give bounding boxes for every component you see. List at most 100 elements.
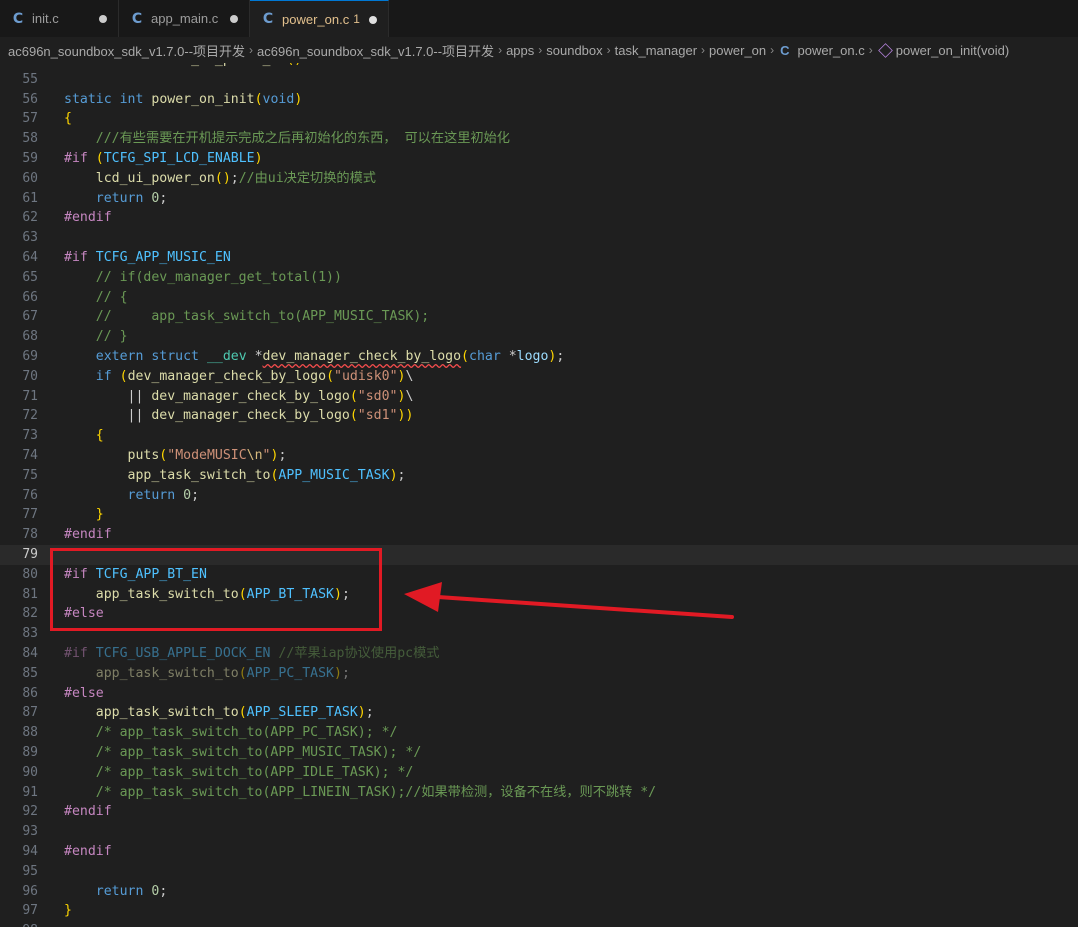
tab-app-main-c[interactable]: C app_main.c <box>119 0 250 37</box>
code-text[interactable]: { <box>64 109 72 129</box>
code-line[interactable]: 86 #else <box>0 684 1078 704</box>
line-number[interactable]: 73 <box>0 426 38 446</box>
line-number[interactable]: 70 <box>0 367 38 387</box>
code-text[interactable]: return 0; <box>64 189 168 209</box>
code-line[interactable]: 59 #if (TCFG_SPI_LCD_ENABLE) <box>0 149 1078 169</box>
line-number[interactable]: 86 <box>0 684 38 704</box>
code-line[interactable]: 98 <box>0 921 1078 927</box>
code-line[interactable]: 95 <box>0 862 1078 882</box>
line-number[interactable]: 74 <box>0 446 38 466</box>
code-text[interactable]: #if (TCFG_SPI_LCD_ENABLE) <box>64 149 263 169</box>
code-text[interactable]: #endif <box>64 525 112 545</box>
line-number[interactable]: 68 <box>0 327 38 347</box>
line-number[interactable]: 94 <box>0 842 38 862</box>
line-number[interactable]: 75 <box>0 466 38 486</box>
code-line[interactable]: 83 <box>0 624 1078 644</box>
breadcrumb-item[interactable]: soundbox <box>546 43 602 58</box>
code-text[interactable]: ///有些需要在开机提示完成之后再初始化的东西， 可以在这里初始化 <box>64 129 510 149</box>
line-number[interactable]: 76 <box>0 486 38 506</box>
line-number[interactable]: 84 <box>0 644 38 664</box>
code-text[interactable]: #if TCFG_USB_APPLE_DOCK_EN //苹果iap协议使用pc… <box>64 644 439 664</box>
line-number[interactable]: 95 <box>0 862 38 882</box>
code-text[interactable]: // app_task_switch_to(APP_MUSIC_TASK); <box>64 307 429 327</box>
line-number[interactable]: 83 <box>0 624 38 644</box>
line-number[interactable]: 78 <box>0 525 38 545</box>
line-number[interactable]: 58 <box>0 129 38 149</box>
code-text[interactable]: || dev_manager_check_by_logo("sd0")\ <box>64 387 414 407</box>
code-line[interactable]: 78 #endif <box>0 525 1078 545</box>
code-line[interactable]: 62 #endif <box>0 208 1078 228</box>
code-text[interactable]: app_task_switch_to(APP_BT_TASK); <box>64 585 350 605</box>
unsaved-dot-icon[interactable] <box>230 15 238 23</box>
code-text[interactable]: // { <box>64 288 128 308</box>
code-line[interactable]: 58 ///有些需要在开机提示完成之后再初始化的东西， 可以在这里初始化 <box>0 129 1078 149</box>
code-text[interactable]: /* app_task_switch_to(APP_MUSIC_TASK); *… <box>64 743 422 763</box>
code-line[interactable]: 77 } <box>0 505 1078 525</box>
code-line[interactable]: 96 return 0; <box>0 882 1078 902</box>
line-number[interactable]: 80 <box>0 565 38 585</box>
code-text[interactable]: lcd_ui_power_on();//由ui决定切换的模式 <box>64 169 376 189</box>
line-number[interactable]: 69 <box>0 347 38 367</box>
code-text[interactable]: /* app_task_switch_to(APP_IDLE_TASK); */ <box>64 763 414 783</box>
tab-power-on-c[interactable]: C power_on.c 1 <box>250 0 389 37</box>
code-line[interactable]: 70 if (dev_manager_check_by_logo("udisk0… <box>0 367 1078 387</box>
breadcrumb-item[interactable]: ac696n_soundbox_sdk_v1.7.0--项目开发 <box>257 41 494 60</box>
code-line[interactable]: 89 /* app_task_switch_to(APP_MUSIC_TASK)… <box>0 743 1078 763</box>
code-line[interactable]: 90 /* app_task_switch_to(APP_IDLE_TASK);… <box>0 763 1078 783</box>
breadcrumb-item[interactable]: ac696n_soundbox_sdk_v1.7.0--项目开发 <box>8 41 245 60</box>
line-number[interactable]: 64 <box>0 248 38 268</box>
code-text[interactable]: return 0; <box>64 882 168 902</box>
code-text[interactable]: /* app_task_switch_to(APP_LINEIN_TASK);/… <box>64 783 656 803</box>
code-line[interactable]: 97} <box>0 901 1078 921</box>
code-text[interactable]: } <box>64 505 104 525</box>
code-text[interactable]: puts("ModeMUSIC\n"); <box>64 446 287 466</box>
line-number[interactable]: 90 <box>0 763 38 783</box>
line-number[interactable]: 77 <box>0 505 38 525</box>
line-number[interactable]: 85 <box>0 664 38 684</box>
code-line[interactable]: 80 #if TCFG_APP_BT_EN <box>0 565 1078 585</box>
breadcrumb-file[interactable]: power_on.c <box>798 43 865 58</box>
line-number[interactable]: 93 <box>0 822 38 842</box>
code-line[interactable]: 88 /* app_task_switch_to(APP_PC_TASK); *… <box>0 723 1078 743</box>
line-number[interactable]: 62 <box>0 208 38 228</box>
code-line[interactable]: 74 puts("ModeMUSIC\n"); <box>0 446 1078 466</box>
code-line[interactable]: 91 /* app_task_switch_to(APP_LINEIN_TASK… <box>0 783 1078 803</box>
code-text[interactable]: return 0; <box>64 486 200 506</box>
code-line[interactable]: 63 <box>0 228 1078 248</box>
code-line[interactable]: 55 <box>0 70 1078 90</box>
code-line[interactable]: 60 lcd_ui_power_on();//由ui决定切换的模式 <box>0 169 1078 189</box>
code-text[interactable]: static int power_on_init(void) <box>64 90 302 110</box>
code-text[interactable]: #endif <box>64 208 112 228</box>
line-number[interactable]: 65 <box>0 268 38 288</box>
breadcrumb-item[interactable]: task_manager <box>615 43 697 58</box>
code-editor[interactable]: 47static void lcd_ui_power_on()5556stati… <box>0 63 1078 927</box>
code-text[interactable]: { <box>64 426 104 446</box>
line-number[interactable]: 87 <box>0 703 38 723</box>
code-line[interactable]: 73 { <box>0 426 1078 446</box>
breadcrumb-item[interactable]: apps <box>506 43 534 58</box>
code-text[interactable]: #else <box>64 684 104 704</box>
code-line[interactable]: 87 app_task_switch_to(APP_SLEEP_TASK); <box>0 703 1078 723</box>
line-number[interactable]: 72 <box>0 406 38 426</box>
line-number[interactable]: 59 <box>0 149 38 169</box>
code-line[interactable]: 68 // } <box>0 327 1078 347</box>
breadcrumb-symbol[interactable]: power_on_init(void) <box>896 43 1009 58</box>
line-number[interactable]: 81 <box>0 585 38 605</box>
code-line[interactable]: 79 <box>0 545 1078 565</box>
code-text[interactable]: #if TCFG_APP_MUSIC_EN <box>64 248 231 268</box>
code-text[interactable]: extern struct __dev *dev_manager_check_b… <box>64 347 565 367</box>
code-text[interactable]: #else <box>64 604 104 624</box>
code-line[interactable]: 93 <box>0 822 1078 842</box>
code-line[interactable]: 72 || dev_manager_check_by_logo("sd1")) <box>0 406 1078 426</box>
code-text[interactable]: #if TCFG_APP_BT_EN <box>64 565 207 585</box>
code-text[interactable]: // if(dev_manager_get_total(1)) <box>64 268 342 288</box>
line-number[interactable]: 67 <box>0 307 38 327</box>
code-text[interactable]: #endif <box>64 802 112 822</box>
line-number[interactable]: 63 <box>0 228 38 248</box>
line-number[interactable]: 98 <box>0 921 38 927</box>
code-line[interactable]: 66 // { <box>0 288 1078 308</box>
line-number[interactable]: 66 <box>0 288 38 308</box>
code-line[interactable]: 92 #endif <box>0 802 1078 822</box>
code-text[interactable]: app_task_switch_to(APP_SLEEP_TASK); <box>64 703 374 723</box>
code-line[interactable]: 85 app_task_switch_to(APP_PC_TASK); <box>0 664 1078 684</box>
